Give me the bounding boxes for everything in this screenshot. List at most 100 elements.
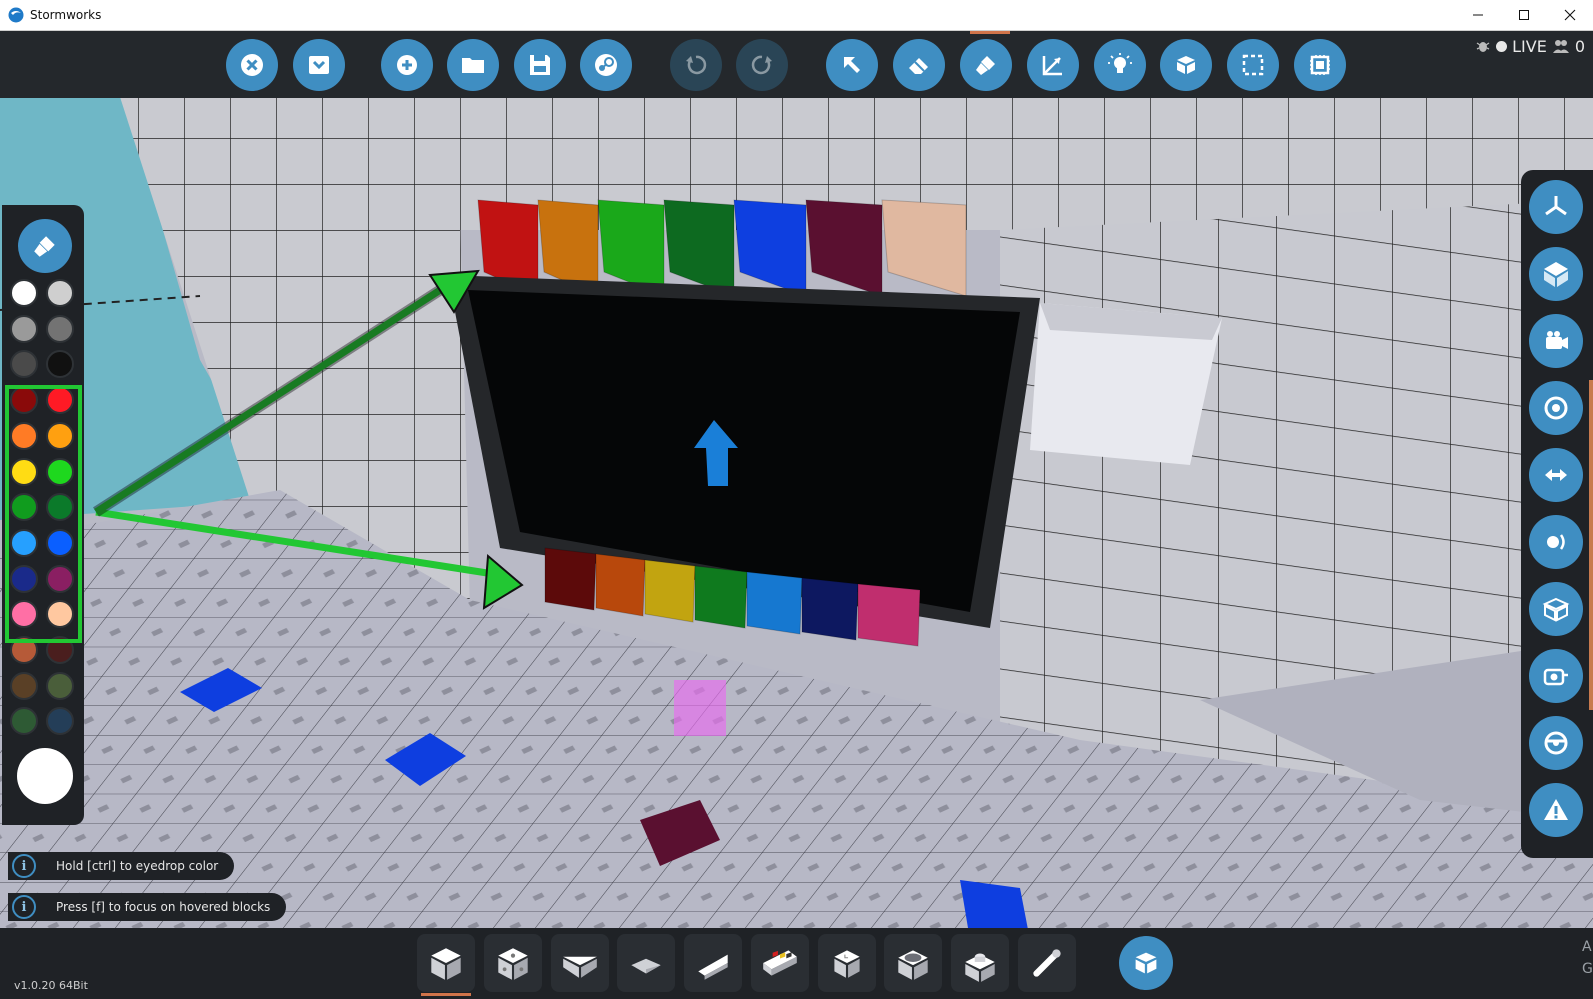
color-swatch[interactable] bbox=[46, 707, 74, 736]
logic-tool-button[interactable] bbox=[1160, 39, 1212, 91]
wall-color-block bbox=[644, 559, 696, 623]
hint-text: Press [f] to focus on hovered blocks bbox=[56, 900, 271, 914]
color-swatch[interactable] bbox=[10, 600, 38, 629]
lights-tool-button[interactable] bbox=[1094, 39, 1146, 91]
warning-icon bbox=[1544, 799, 1568, 820]
wall-color-block bbox=[857, 583, 921, 647]
right-panel-scrollbar[interactable] bbox=[1589, 380, 1593, 710]
game-window: Stormworks LIVE 0 i Hold [ctrl] to eyedr… bbox=[0, 0, 1593, 999]
window-title: Stormworks bbox=[30, 8, 102, 22]
color-swatch[interactable] bbox=[46, 386, 74, 415]
color-swatch[interactable] bbox=[10, 421, 38, 450]
new-vehicle-button[interactable] bbox=[381, 39, 433, 91]
right-panel bbox=[1521, 170, 1593, 858]
controls-button[interactable] bbox=[1529, 716, 1583, 770]
close-workbench-button[interactable] bbox=[226, 39, 278, 91]
select-tool-button[interactable] bbox=[826, 39, 878, 91]
camera-button[interactable] bbox=[1529, 314, 1583, 368]
color-swatch[interactable] bbox=[46, 636, 74, 664]
cube-axis-icon bbox=[1544, 262, 1568, 287]
close-button[interactable] bbox=[1547, 0, 1593, 30]
color-swatch[interactable] bbox=[46, 421, 74, 450]
color-swatch[interactable] bbox=[46, 314, 74, 343]
block-slot-pipe[interactable] bbox=[1018, 934, 1076, 992]
block-count-button[interactable] bbox=[1529, 582, 1583, 636]
hint-focus: i Press [f] to focus on hovered blocks bbox=[8, 893, 287, 921]
color-swatch[interactable] bbox=[46, 600, 74, 629]
block-slot-small-cube[interactable] bbox=[818, 934, 876, 992]
color-swatch[interactable] bbox=[10, 314, 38, 343]
color-swatch[interactable] bbox=[10, 279, 38, 307]
live-status: LIVE 0 bbox=[1475, 36, 1585, 56]
paint-mode-button[interactable] bbox=[18, 219, 72, 273]
selection-box-tool-button[interactable] bbox=[1227, 39, 1279, 91]
block-slot-knob-cube[interactable] bbox=[951, 934, 1009, 992]
save-vehicle-button[interactable] bbox=[514, 39, 566, 91]
axis-icon bbox=[1042, 56, 1062, 76]
floppy-icon bbox=[530, 55, 550, 75]
color-swatch[interactable] bbox=[46, 564, 74, 593]
block-slot-wedge[interactable] bbox=[551, 934, 609, 992]
x-circle-icon bbox=[241, 54, 263, 76]
center-of-mass-button[interactable] bbox=[1529, 381, 1583, 435]
sound-icon bbox=[1547, 534, 1565, 550]
live-indicator-dot bbox=[1496, 40, 1508, 52]
blocks-icon bbox=[1177, 56, 1195, 74]
block-slot-cube[interactable] bbox=[417, 934, 475, 996]
warnings-button[interactable] bbox=[1529, 783, 1583, 837]
chevron-down-icon bbox=[309, 56, 329, 74]
undo-button[interactable] bbox=[670, 39, 722, 91]
steam-workshop-button[interactable] bbox=[580, 39, 632, 91]
color-swatch[interactable] bbox=[10, 636, 38, 664]
block-slot-panel[interactable] bbox=[751, 934, 809, 992]
color-swatch[interactable] bbox=[10, 350, 38, 379]
paint-brush-icon bbox=[976, 56, 995, 75]
color-swatch[interactable] bbox=[10, 707, 38, 736]
color-swatch[interactable] bbox=[10, 564, 38, 593]
minimize-button[interactable] bbox=[1455, 0, 1501, 30]
active-color-preview[interactable] bbox=[17, 748, 73, 804]
3d-viewport[interactable] bbox=[0, 31, 1593, 999]
axis-tool-button[interactable] bbox=[1027, 39, 1079, 91]
eraser-tool-button[interactable] bbox=[893, 39, 945, 91]
redo-button[interactable] bbox=[736, 39, 788, 91]
slope-icon bbox=[698, 954, 728, 980]
dropdown-menu-button[interactable] bbox=[293, 39, 345, 91]
maximize-button[interactable] bbox=[1501, 0, 1547, 30]
color-swatch[interactable] bbox=[46, 493, 74, 522]
color-swatch[interactable] bbox=[10, 493, 38, 522]
color-swatch[interactable] bbox=[10, 386, 38, 415]
color-swatch[interactable] bbox=[46, 528, 74, 557]
block-slot-round-cube[interactable] bbox=[884, 934, 942, 992]
player-count: 0 bbox=[1574, 36, 1585, 56]
block-slot-cube-dots[interactable] bbox=[484, 934, 542, 992]
paint-brush-icon bbox=[34, 236, 55, 257]
info-icon: i bbox=[12, 895, 36, 919]
build-menu-button[interactable] bbox=[1119, 936, 1173, 990]
block-slot-pyramid[interactable] bbox=[617, 934, 675, 992]
paint-tool-button[interactable] bbox=[960, 39, 1012, 91]
color-swatch[interactable] bbox=[10, 528, 38, 557]
live-label: LIVE bbox=[1512, 36, 1547, 56]
color-swatch[interactable] bbox=[46, 671, 74, 700]
color-swatch[interactable] bbox=[46, 457, 74, 486]
edge-text-line: A bbox=[1582, 939, 1592, 955]
edge-text: A G bbox=[1582, 936, 1593, 980]
view-cube-button[interactable] bbox=[1529, 247, 1583, 301]
screenshot-button[interactable] bbox=[1529, 649, 1583, 703]
players-icon bbox=[1552, 40, 1569, 53]
block-slot-slope[interactable] bbox=[684, 934, 742, 992]
color-swatch[interactable] bbox=[46, 350, 74, 379]
transfer-button[interactable] bbox=[1529, 448, 1583, 502]
wall-color-block bbox=[595, 553, 646, 617]
view-axis-button[interactable] bbox=[1529, 180, 1583, 234]
color-swatch[interactable] bbox=[10, 671, 38, 700]
title-bar: Stormworks bbox=[0, 0, 1593, 31]
color-swatch[interactable] bbox=[46, 279, 74, 307]
microcontroller-tool-button[interactable] bbox=[1294, 39, 1346, 91]
open-vehicle-button[interactable] bbox=[447, 39, 499, 91]
buoyancy-button[interactable] bbox=[1529, 515, 1583, 569]
wall-color-block bbox=[694, 565, 748, 629]
color-swatch[interactable] bbox=[10, 457, 38, 486]
pyramid-icon bbox=[631, 958, 661, 974]
